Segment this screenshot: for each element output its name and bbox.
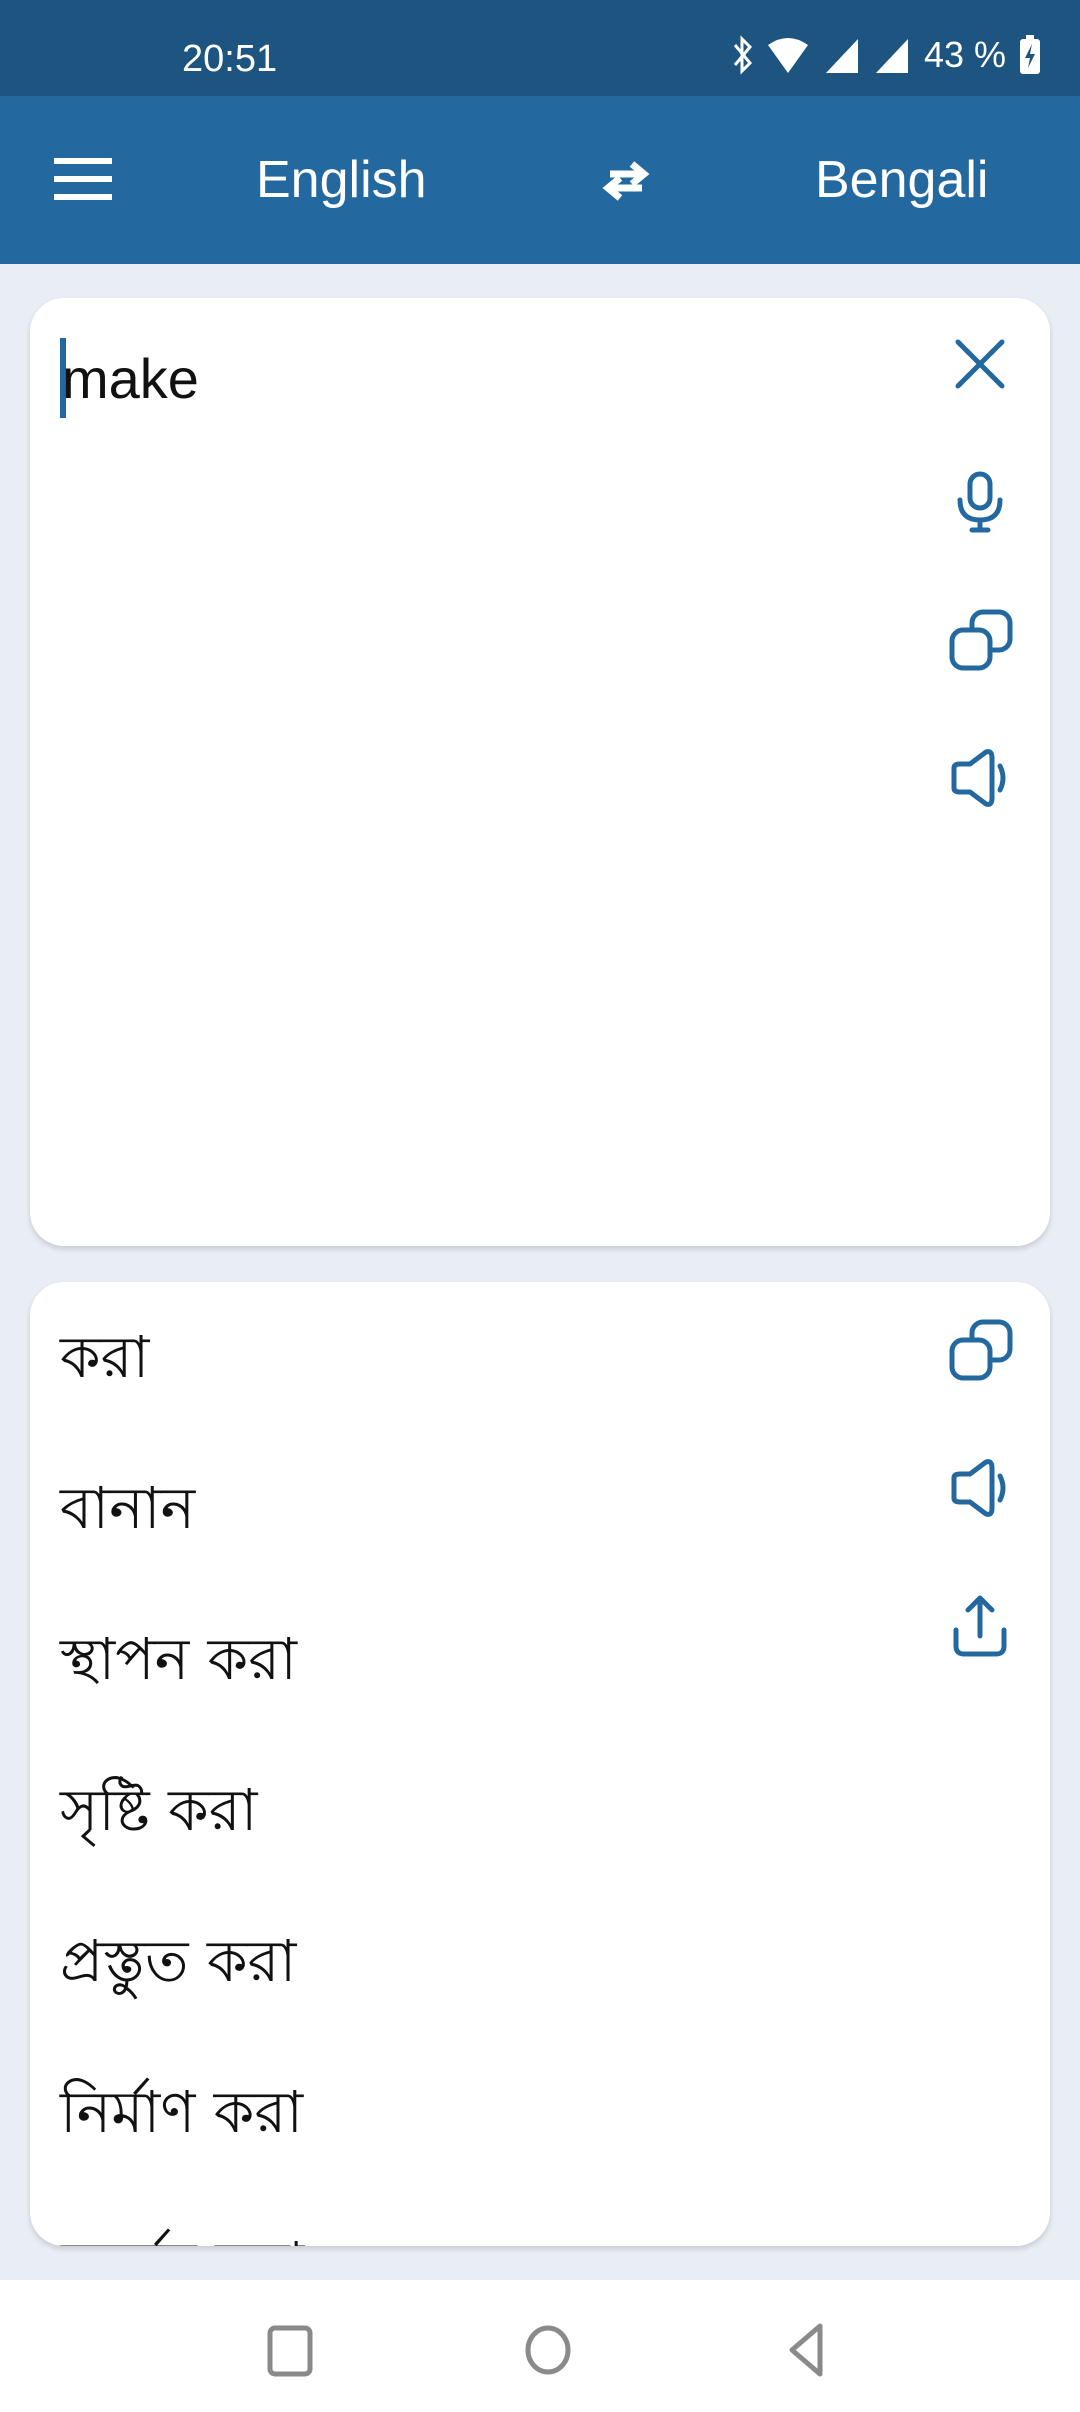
speak-button[interactable] bbox=[944, 742, 1016, 814]
target-language-selector[interactable]: Bengali bbox=[815, 150, 988, 210]
copy-translation-button[interactable] bbox=[944, 1314, 1016, 1386]
hamburger-menu-icon[interactable] bbox=[54, 158, 112, 200]
output-card: করা বানান স্থাপন করা সৃষ্টি করা প্রস্তুত… bbox=[30, 1282, 1050, 2246]
signal-icon bbox=[875, 39, 908, 73]
system-nav-bar bbox=[0, 2280, 1080, 2412]
share-button[interactable] bbox=[944, 1590, 1016, 1662]
source-language-selector[interactable]: English bbox=[256, 150, 427, 210]
translation-results: করা বানান স্থাপন করা সৃষ্টি করা প্রস্তুত… bbox=[60, 1312, 304, 2246]
result-item[interactable]: অর্জন করা bbox=[60, 2218, 304, 2246]
input-card: make bbox=[30, 298, 1050, 1246]
app-bar: English Bengali bbox=[0, 96, 1080, 264]
recents-button[interactable] bbox=[262, 2320, 322, 2380]
bluetooth-icon bbox=[733, 35, 752, 75]
speak-translation-button[interactable] bbox=[944, 1452, 1016, 1524]
home-button[interactable] bbox=[520, 2320, 580, 2380]
copy-icon bbox=[949, 1319, 1013, 1381]
clear-button[interactable] bbox=[944, 328, 1016, 400]
microphone-icon bbox=[957, 471, 1003, 533]
wifi-icon bbox=[767, 38, 808, 73]
source-text-input[interactable]: make bbox=[60, 338, 199, 418]
circle-icon bbox=[525, 2325, 571, 2375]
close-icon bbox=[955, 339, 1005, 389]
square-icon bbox=[267, 2325, 313, 2377]
result-item[interactable]: নির্মাণ করা bbox=[60, 2067, 304, 2218]
microphone-button[interactable] bbox=[944, 466, 1016, 538]
result-item[interactable]: করা bbox=[60, 1312, 304, 1463]
battery-percent: 43 % bbox=[923, 34, 1006, 75]
result-item[interactable]: সৃষ্টি করা bbox=[60, 1765, 304, 1916]
speaker-icon bbox=[951, 749, 1006, 807]
swap-languages-button[interactable] bbox=[596, 156, 656, 206]
speaker-icon bbox=[951, 1459, 1006, 1517]
back-triangle-icon bbox=[789, 2323, 823, 2377]
status-icons: 43 % bbox=[732, 34, 1042, 76]
signal-icon bbox=[825, 39, 858, 73]
copy-icon bbox=[949, 609, 1013, 671]
battery-charging-icon bbox=[1020, 35, 1040, 74]
back-button[interactable] bbox=[780, 2320, 840, 2380]
copy-button[interactable] bbox=[944, 604, 1016, 676]
result-item[interactable]: বানান bbox=[60, 1463, 304, 1614]
share-icon bbox=[953, 1595, 1007, 1657]
result-item[interactable]: প্রস্তুত করা bbox=[60, 1916, 304, 2067]
source-text[interactable]: make bbox=[62, 346, 199, 411]
status-bar: 20:51 43 % bbox=[0, 0, 1080, 96]
swap-arrows-icon bbox=[602, 161, 650, 201]
status-time: 20:51 bbox=[182, 38, 278, 80]
result-item[interactable]: স্থাপন করা bbox=[60, 1614, 304, 1765]
